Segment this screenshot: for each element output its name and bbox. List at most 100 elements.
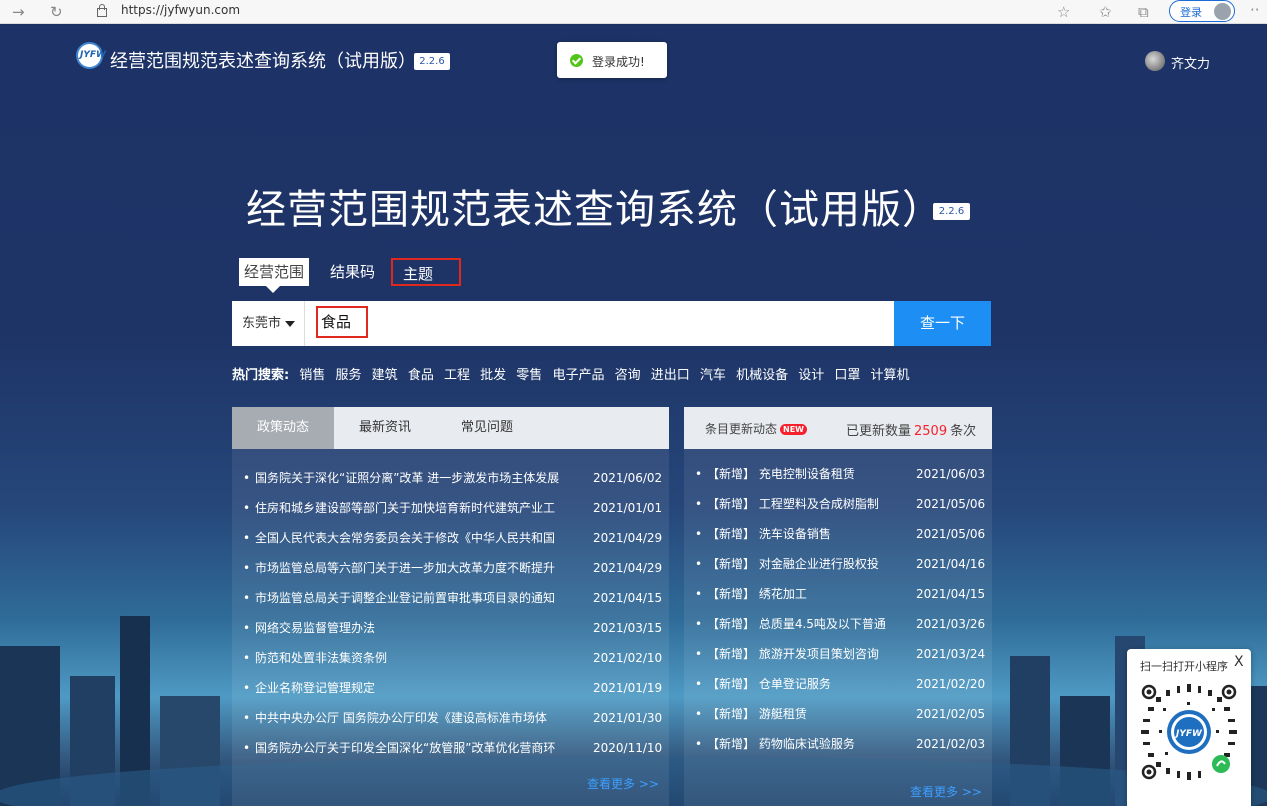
update-title[interactable]: 【新增】 工程塑料及合成树脂制 — [707, 489, 887, 519]
tab-latest-news[interactable]: 最新资讯 — [334, 407, 436, 449]
success-toast: 登录成功! — [557, 42, 667, 78]
hot-keyword[interactable]: 口罩 — [834, 368, 860, 383]
tab-faq[interactable]: 常见问题 — [436, 407, 538, 449]
tab-result-code[interactable]: 结果码 — [330, 258, 375, 286]
tab-topic[interactable]: 主题 — [391, 258, 461, 286]
browser-login-button[interactable]: 登录 — [1169, 0, 1235, 22]
list-item[interactable]: • 【新增】 洗车设备销售 2021/05/06 — [684, 519, 992, 549]
news-title[interactable]: 国务院关于深化“证照分离”改革 进一步激发市场主体发展 — [255, 463, 568, 493]
search-input[interactable]: 食品 — [316, 306, 368, 338]
news-title[interactable]: 企业名称登记管理规定 — [255, 673, 568, 703]
browser-toolbar: → ↻ https://jyfwyun.com ☆ ✩ ⧉ 登录 ·· — [0, 0, 1267, 24]
bullet-icon: • — [695, 647, 703, 661]
list-item[interactable]: • 【新增】 游艇租赁 2021/02/05 — [684, 699, 992, 729]
news-date: 2021/01/19 — [593, 681, 663, 695]
hot-keyword[interactable]: 进出口 — [651, 368, 690, 383]
hot-keyword[interactable]: 汽车 — [700, 368, 726, 383]
news-title[interactable]: 国务院办公厅关于印发全国深化“放管服”改革优化营商环 — [255, 733, 568, 763]
hot-keyword[interactable]: 服务 — [336, 368, 362, 383]
hot-keyword[interactable]: 设计 — [798, 368, 824, 383]
city-value: 东莞市 — [242, 316, 282, 331]
list-item[interactable]: • 【新增】 总质量4.5吨及以下普通 2021/03/26 — [684, 609, 992, 639]
list-item[interactable]: • 国务院关于深化“证照分离”改革 进一步激发市场主体发展 2021/06/02 — [232, 463, 669, 493]
hot-searches: 热门搜索: 销售 服务 建筑 食品 工程 批发 零售 电子产品 咨询 进出口 汽… — [232, 364, 916, 383]
site-title[interactable]: 经营范围规范表述查询系统（试用版） — [110, 47, 416, 73]
more-icon[interactable]: ·· — [1250, 0, 1260, 20]
mini-program-popup: 扫一扫打开小程序 X JYFW — [1127, 649, 1251, 806]
hot-keyword[interactable]: 销售 — [299, 368, 325, 383]
update-title[interactable]: 【新增】 对金融企业进行股权投 — [707, 549, 887, 579]
bullet-icon: • — [243, 711, 251, 725]
news-more-link[interactable]: 查看更多 >> — [587, 775, 659, 792]
list-item[interactable]: • 防范和处置非法集资条例 2021/02/10 — [232, 643, 669, 673]
profile-avatar-icon — [1214, 3, 1231, 20]
back-icon[interactable]: → — [12, 2, 25, 22]
list-item[interactable]: • 【新增】 充电控制设备租赁 2021/06/03 — [684, 459, 992, 489]
update-title[interactable]: 【新增】 总质量4.5吨及以下普通 — [707, 609, 887, 639]
news-title[interactable]: 中共中央办公厅 国务院办公厅印发《建设高标准市场体 — [255, 703, 568, 733]
close-icon[interactable]: X — [1234, 654, 1244, 670]
update-title[interactable]: 【新增】 游艇租赁 — [707, 699, 887, 729]
list-item[interactable]: • 中共中央办公厅 国务院办公厅印发《建设高标准市场体 2021/01/30 — [232, 703, 669, 733]
update-title[interactable]: 【新增】 充电控制设备租赁 — [707, 459, 887, 489]
city-select[interactable]: 东莞市 — [232, 301, 305, 346]
hot-keyword[interactable]: 工程 — [444, 368, 470, 383]
hot-keyword[interactable]: 建筑 — [372, 368, 398, 383]
user-name[interactable]: 齐文力 — [1171, 53, 1210, 72]
list-item[interactable]: • 【新增】 绣花加工 2021/04/15 — [684, 579, 992, 609]
hot-keyword[interactable]: 电子产品 — [552, 368, 604, 383]
favorites-icon[interactable]: ✩ — [1099, 2, 1112, 22]
list-item[interactable]: • 全国人民代表大会常务委员会关于修改《中华人民共和国 2021/04/29 — [232, 523, 669, 553]
news-title[interactable]: 防范和处置非法集资条例 — [255, 643, 568, 673]
list-item[interactable]: • 【新增】 仓单登记服务 2021/02/20 — [684, 669, 992, 699]
updates-more-link[interactable]: 查看更多 >> — [910, 783, 982, 800]
user-avatar[interactable] — [1145, 51, 1165, 71]
search-button[interactable]: 查一下 — [894, 301, 991, 346]
tab-policy[interactable]: 政策动态 — [232, 407, 334, 449]
count-label: 已更新数量 — [846, 424, 912, 439]
collections-icon[interactable]: ⧉ — [1138, 2, 1149, 22]
list-item[interactable]: • 市场监管总局等六部门关于进一步加大改革力度不断提升 2021/04/29 — [232, 553, 669, 583]
list-item[interactable]: • 住房和城乡建设部等部门关于加快培育新时代建筑产业工 2021/01/01 — [232, 493, 669, 523]
news-title[interactable]: 网络交易监督管理办法 — [255, 613, 568, 643]
refresh-icon[interactable]: ↻ — [50, 2, 63, 22]
hot-keyword[interactable]: 批发 — [480, 368, 506, 383]
update-title[interactable]: 【新增】 药物临床试验服务 — [707, 729, 887, 759]
news-title[interactable]: 市场监管总局等六部门关于进一步加大改革力度不断提升 — [255, 553, 568, 583]
bullet-icon: • — [695, 587, 703, 601]
tab-business-scope[interactable]: 经营范围 — [239, 258, 309, 293]
site-logo[interactable]: JYFW — [76, 42, 106, 69]
list-item[interactable]: • 【新增】 药物临床试验服务 2021/02/03 — [684, 729, 992, 759]
page: JYFW 经营范围规范表述查询系统（试用版） 2.2.6 登录成功! 齐文力 经… — [0, 25, 1267, 806]
list-item[interactable]: • 网络交易监督管理办法 2021/03/15 — [232, 613, 669, 643]
favorite-add-icon[interactable]: ☆ — [1057, 2, 1070, 22]
list-item[interactable]: • 【新增】 工程塑料及合成树脂制 2021/05/06 — [684, 489, 992, 519]
hot-keyword[interactable]: 零售 — [516, 368, 542, 383]
update-title[interactable]: 【新增】 旅游开发项目策划咨询 — [707, 639, 887, 669]
bullet-icon: • — [243, 621, 251, 635]
address-bar[interactable]: https://jyfwyun.com — [121, 3, 240, 17]
list-item[interactable]: • 【新增】 旅游开发项目策划咨询 2021/03/24 — [684, 639, 992, 669]
bullet-icon: • — [243, 591, 251, 605]
list-item[interactable]: • 企业名称登记管理规定 2021/01/19 — [232, 673, 669, 703]
news-title[interactable]: 住房和城乡建设部等部门关于加快培育新时代建筑产业工 — [255, 493, 568, 523]
hot-keyword[interactable]: 计算机 — [871, 368, 910, 383]
news-title[interactable]: 全国人民代表大会常务委员会关于修改《中华人民共和国 — [255, 523, 568, 553]
bullet-icon: • — [243, 681, 251, 695]
list-item[interactable]: • 【新增】 对金融企业进行股权投 2021/04/16 — [684, 549, 992, 579]
hot-keyword[interactable]: 咨询 — [615, 368, 641, 383]
hot-keyword[interactable]: 食品 — [408, 368, 434, 383]
list-item[interactable]: • 市场监管总局关于调整企业登记前置审批事项目录的通知 2021/04/15 — [232, 583, 669, 613]
hot-keyword[interactable]: 机械设备 — [736, 368, 788, 383]
hero-title: 经营范围规范表述查询系统（试用版） — [246, 187, 943, 233]
updates-title-wrap: 条目更新动态 NEW — [705, 420, 807, 437]
toast-message: 登录成功! — [592, 55, 645, 69]
check-circle-icon — [570, 54, 583, 67]
update-title[interactable]: 【新增】 洗车设备销售 — [707, 519, 887, 549]
bullet-icon: • — [243, 531, 251, 545]
update-title[interactable]: 【新增】 绣花加工 — [707, 579, 887, 609]
update-title[interactable]: 【新增】 仓单登记服务 — [707, 669, 887, 699]
news-title[interactable]: 市场监管总局关于调整企业登记前置审批事项目录的通知 — [255, 583, 568, 613]
list-item[interactable]: • 国务院办公厅关于印发全国深化“放管服”改革优化营商环 2020/11/10 — [232, 733, 669, 763]
bullet-icon: • — [695, 677, 703, 691]
